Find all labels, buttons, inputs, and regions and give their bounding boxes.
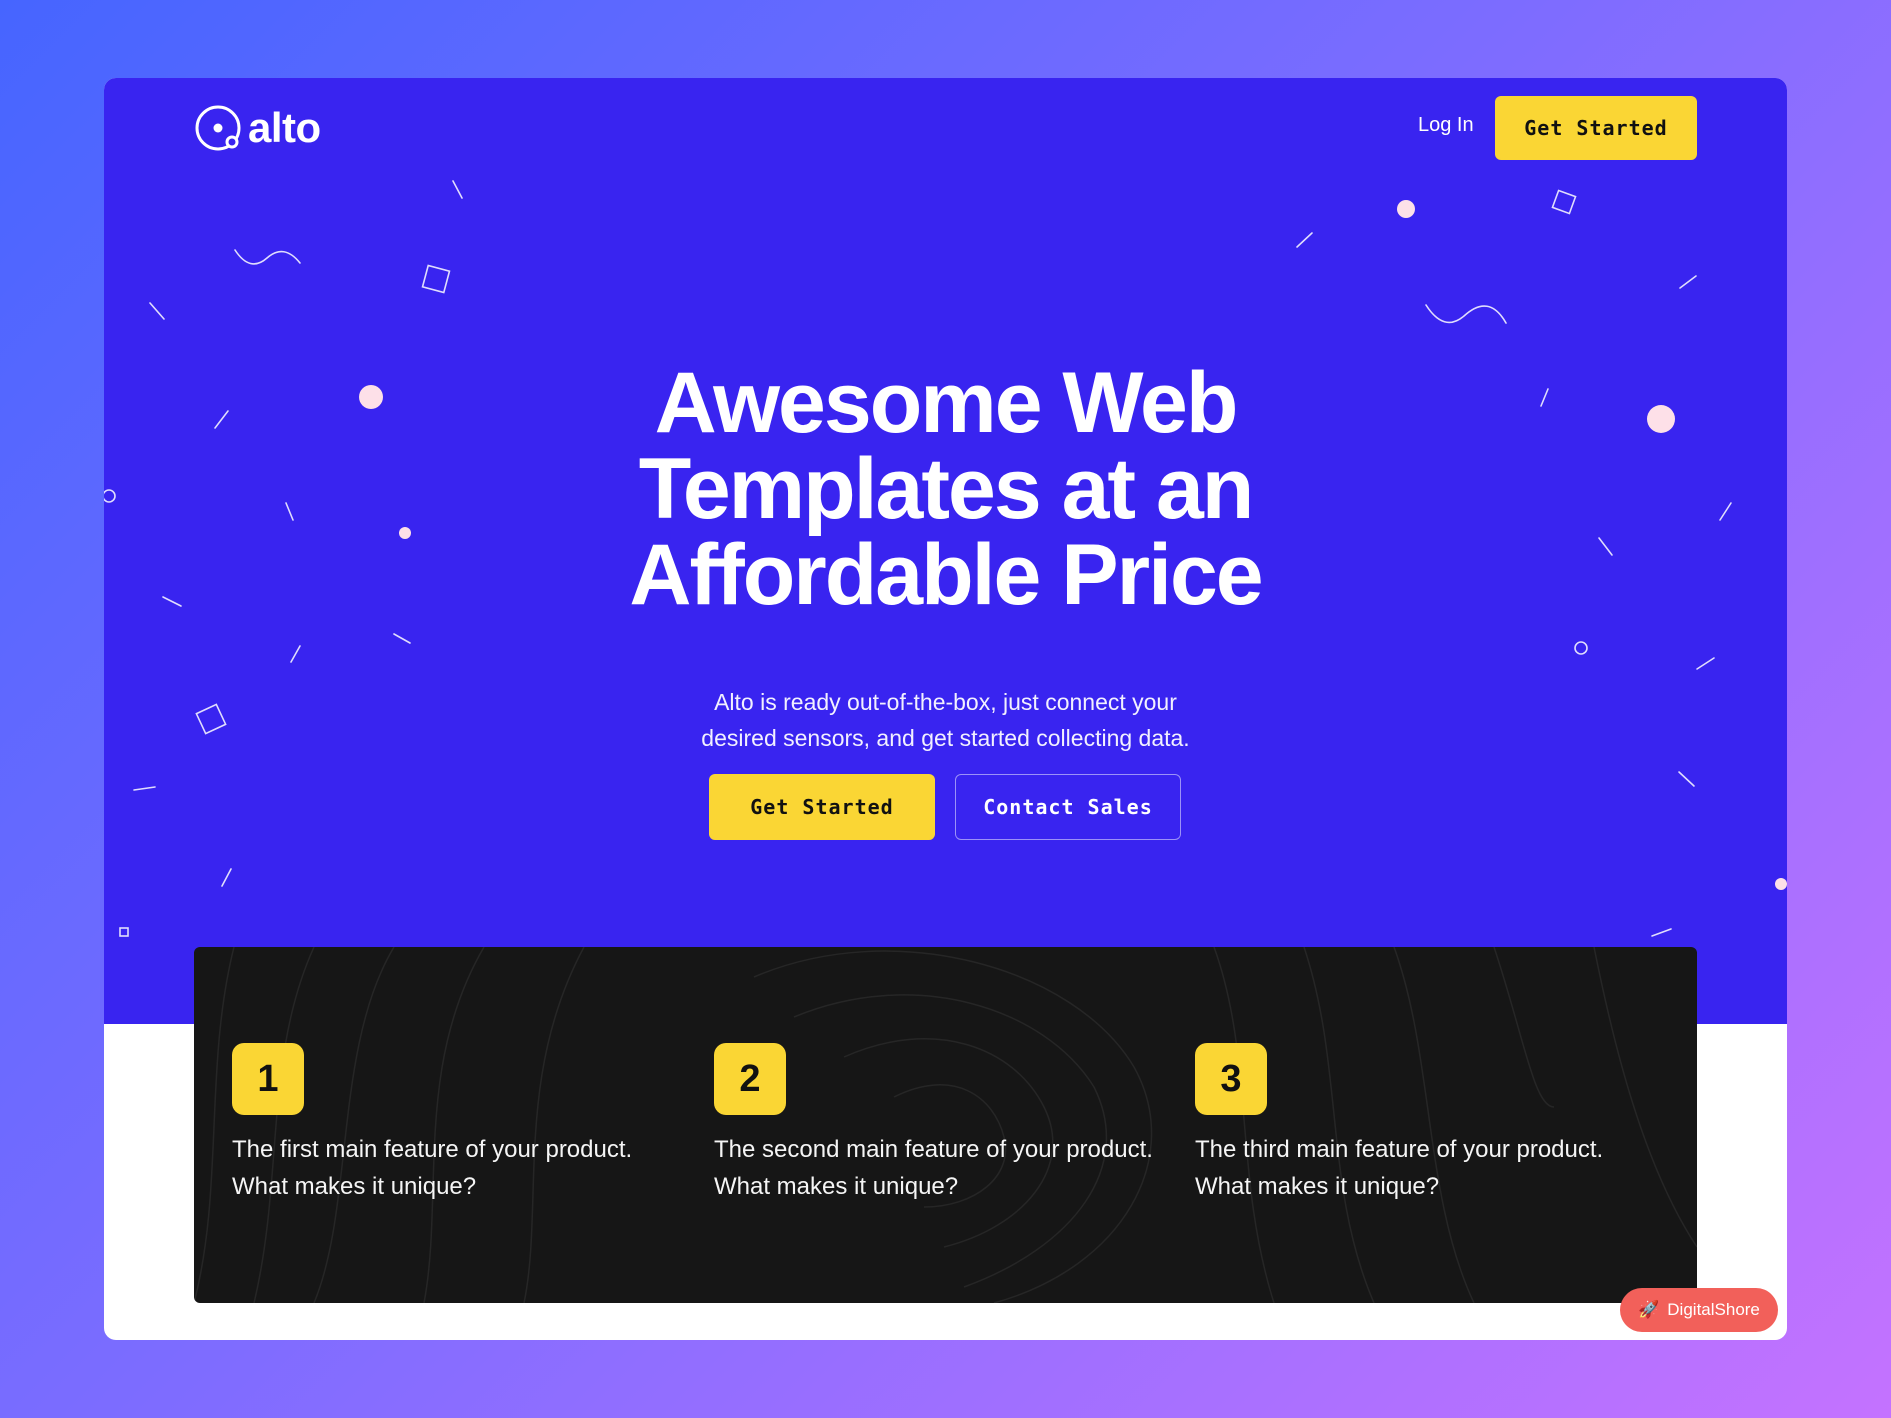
feature-description: The second main feature of your product.… bbox=[714, 1131, 1184, 1205]
headline-line: Affordable Price bbox=[629, 527, 1263, 623]
login-link[interactable]: Log In bbox=[1418, 114, 1474, 137]
subtitle-line: desired sensors, and get started collect… bbox=[701, 725, 1190, 751]
feature-line: The first main feature of your product. bbox=[232, 1136, 633, 1163]
feature-card: 1 The first main feature of your product… bbox=[232, 1043, 702, 1205]
hero-section: alto Log In Get Started Awesome Web Temp… bbox=[104, 78, 1787, 1024]
feature-line: What makes it unique? bbox=[714, 1173, 959, 1200]
nav-get-started-button[interactable]: Get Started bbox=[1495, 96, 1697, 160]
subtitle-line: Alto is ready out-of-the-box, just conne… bbox=[714, 689, 1177, 715]
headline-line: Templates at an bbox=[638, 441, 1255, 537]
hero-subtitle: Alto is ready out-of-the-box, just conne… bbox=[104, 684, 1787, 756]
hero-headline: Awesome Web Templates at an Affordable P… bbox=[104, 360, 1787, 618]
feature-line: The third main feature of your product. bbox=[1195, 1136, 1604, 1163]
features-panel: 1 The first main feature of your product… bbox=[194, 947, 1697, 1303]
rocket-icon: 🚀 bbox=[1638, 1300, 1660, 1319]
feature-line: The second main feature of your product. bbox=[714, 1136, 1153, 1163]
feature-number-badge: 3 bbox=[1195, 1043, 1267, 1115]
feature-line: What makes it unique? bbox=[232, 1173, 477, 1200]
feature-card: 3 The third main feature of your product… bbox=[1195, 1043, 1665, 1205]
digitalshore-badge[interactable]: 🚀 DigitalShore bbox=[1620, 1288, 1778, 1332]
hero-get-started-button[interactable]: Get Started bbox=[709, 774, 935, 840]
feature-description: The first main feature of your product. … bbox=[232, 1131, 702, 1205]
brand-logo[interactable]: alto bbox=[194, 104, 321, 152]
headline-line: Awesome Web bbox=[654, 355, 1239, 451]
feature-line: What makes it unique? bbox=[1195, 1173, 1440, 1200]
logo-icon bbox=[195, 105, 241, 151]
feature-number-badge: 1 bbox=[232, 1043, 304, 1115]
feature-number-badge: 2 bbox=[714, 1043, 786, 1115]
feature-description: The third main feature of your product. … bbox=[1195, 1131, 1665, 1205]
feature-card: 2 The second main feature of your produc… bbox=[714, 1043, 1184, 1205]
page-frame: alto Log In Get Started Awesome Web Temp… bbox=[104, 78, 1787, 1340]
contact-sales-button[interactable]: Contact Sales bbox=[955, 774, 1181, 840]
badge-label: DigitalShore bbox=[1667, 1300, 1760, 1319]
brand-name: alto bbox=[248, 104, 321, 151]
